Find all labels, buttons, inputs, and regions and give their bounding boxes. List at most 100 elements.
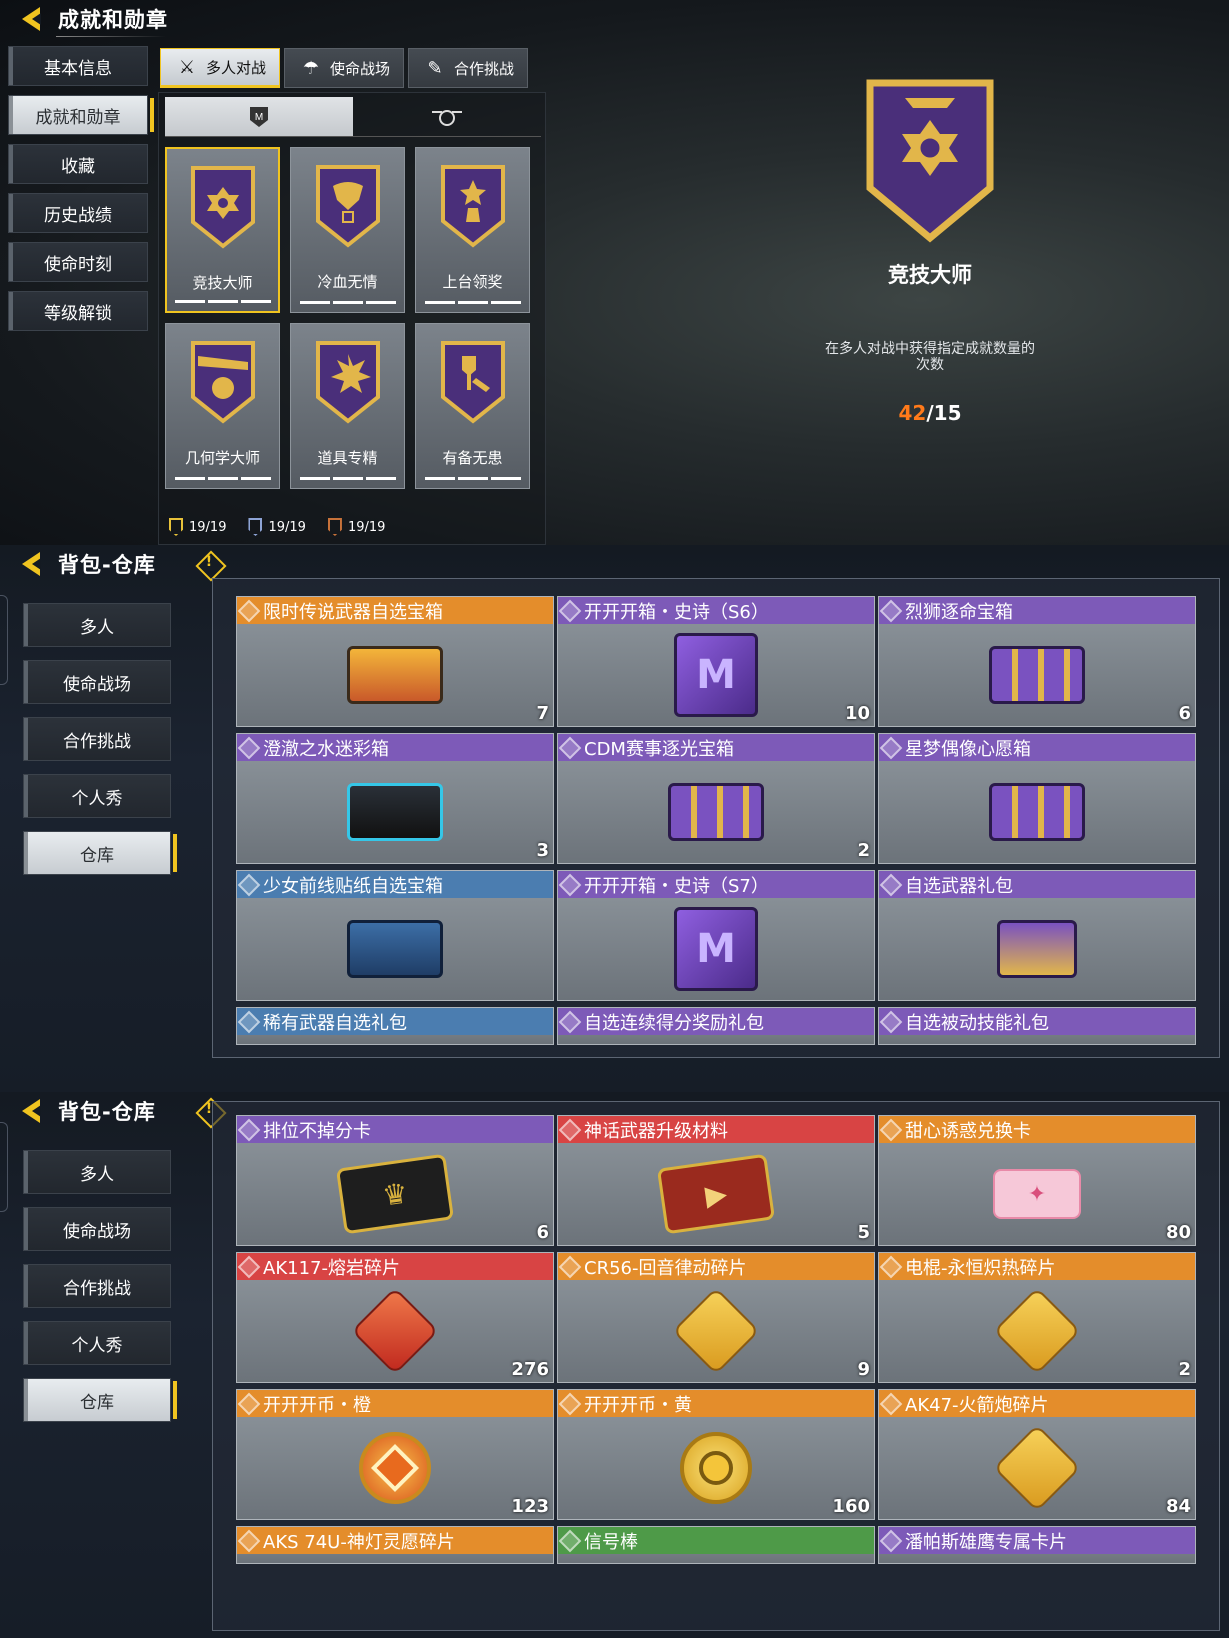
medal-card[interactable]: 几何学大师 — [165, 323, 280, 489]
inventory-item[interactable]: 稀有武器自选礼包 — [236, 1007, 554, 1045]
medal-card[interactable]: 有备无患 — [415, 323, 530, 489]
tab-coop[interactable]: ✎ 合作挑战 — [408, 48, 528, 88]
inventory-item[interactable]: 甜心诱惑兑换卡 ✦ 80 — [878, 1115, 1196, 1246]
inventory-item[interactable]: AK47-火箭炮碎片 84 — [878, 1389, 1196, 1520]
inventory-item[interactable]: 信号棒 — [557, 1526, 875, 1564]
tab-medal-emblem[interactable] — [353, 97, 541, 136]
gold-puzzle-icon — [672, 1287, 760, 1375]
sidebar-item-history[interactable]: 历史战绩 — [8, 193, 148, 233]
sidebar-item-battle-royale[interactable]: 使命战场 — [23, 1207, 171, 1251]
rank-card-icon: ♛ — [335, 1153, 455, 1235]
sidebar-item-warehouse[interactable]: 仓库 — [23, 831, 177, 875]
header: 背包-仓库 — [20, 545, 222, 583]
inventory-item[interactable]: CDM赛事逐光宝箱 2 — [557, 733, 875, 864]
inventory-item[interactable]: 排位不掉分卡 ♛ 6 — [236, 1115, 554, 1246]
inventory-item[interactable]: CR56-回音律动碎片 9 — [557, 1252, 875, 1383]
tab-medal-shield[interactable]: M — [165, 97, 353, 136]
medal-card[interactable]: 上台领奖 — [415, 147, 530, 313]
info-icon[interactable] — [196, 551, 222, 577]
tab-battle-royale[interactable]: ☂ 使命战场 — [284, 48, 404, 88]
sidebar-item-multiplayer[interactable]: 多人 — [23, 1150, 171, 1194]
quality-gem-icon — [237, 599, 261, 622]
inventory-item[interactable]: 自选连续得分奖励礼包 — [557, 1007, 875, 1045]
dragon-icon — [315, 165, 380, 248]
back-button[interactable] — [20, 1095, 52, 1127]
gold-chest-icon — [347, 646, 443, 704]
inventory-item[interactable]: 少女前线贴纸自选宝箱 — [236, 870, 554, 1001]
sidebar-item-multiplayer[interactable]: 多人 — [23, 603, 171, 647]
inventory-item[interactable]: 限时传说武器自选宝箱 7 — [236, 596, 554, 727]
blue-black-chest-icon — [347, 783, 443, 841]
inventory-item[interactable]: 开开开箱・史诗（S6） M 10 — [557, 596, 875, 727]
shovel-icon — [440, 341, 505, 424]
inventory-panel-1: 背包-仓库 多人 使命战场 合作挑战 个人秀 仓库 限时传说武器自选宝箱 7 开… — [0, 545, 1229, 1092]
inventory-item[interactable]: 开开开箱・史诗（S7） M — [557, 870, 875, 1001]
quality-gem-icon — [237, 1255, 261, 1278]
cross-medal-icon — [190, 166, 255, 249]
page-title: 背包-仓库 — [58, 553, 156, 577]
inventory-item[interactable]: 电棍-永恒炽热碎片 2 — [878, 1252, 1196, 1383]
inventory-item[interactable]: 自选武器礼包 — [878, 870, 1196, 1001]
inventory-item[interactable]: 开开开币・橙 123 — [236, 1389, 554, 1520]
inventory-item[interactable]: 潘帕斯雄鹰专属卡片 — [878, 1526, 1196, 1564]
purple-cube-icon: M — [674, 907, 758, 991]
inventory-item[interactable]: 烈狮逐命宝箱 6 — [878, 596, 1196, 727]
quality-gem-icon — [558, 599, 582, 622]
back-button[interactable] — [20, 548, 52, 580]
sidebar-item-personal-show[interactable]: 个人秀 — [23, 774, 171, 818]
medal-card[interactable]: 竞技大师 — [165, 147, 280, 313]
page-title: 背包-仓库 — [58, 1100, 156, 1124]
sidebar-item-collection[interactable]: 收藏 — [8, 144, 148, 184]
sidebar-item-moments[interactable]: 使命时刻 — [8, 242, 148, 282]
sidebar-item-warehouse[interactable]: 仓库 — [23, 1378, 177, 1422]
quality-gem-icon — [237, 1392, 261, 1415]
header: 成就和勋章 — [20, 0, 168, 38]
cross-medal-icon — [866, 79, 994, 243]
grenade-boom-icon — [190, 341, 255, 424]
gold-puzzle-icon — [993, 1287, 1081, 1375]
quality-gem-icon — [879, 1255, 903, 1278]
medal-counts: 19/19 19/19 19/19 — [169, 518, 385, 536]
sidebar-item-achievements[interactable]: 成就和勋章 — [8, 95, 154, 135]
weapon-gift-icon — [997, 920, 1077, 978]
sidebar-item-personal-show[interactable]: 个人秀 — [23, 1321, 171, 1365]
achievements-panel: 成就和勋章 基本信息 成就和勋章 收藏 历史战绩 使命时刻 等级解锁 ⚔ 多人对… — [0, 0, 1229, 545]
quality-gem-icon — [879, 1392, 903, 1415]
medal-name: 上台领奖 — [442, 273, 503, 291]
sidebar: 基本信息 成就和勋章 收藏 历史战绩 使命时刻 等级解锁 — [8, 46, 154, 331]
inventory-item[interactable]: AKS 74U-神灯灵愿碎片 — [236, 1526, 554, 1564]
medal-card[interactable]: 冷血无情 — [290, 147, 405, 313]
sidebar-item-coop[interactable]: 合作挑战 — [23, 1264, 171, 1308]
purple-crate-icon — [989, 646, 1085, 704]
medal-progress-bars — [424, 477, 521, 480]
header: 背包-仓库 — [20, 1092, 222, 1130]
red-card-icon: ▶ — [656, 1153, 776, 1235]
red-puzzle-icon — [351, 1287, 439, 1375]
bronze-shield-icon — [327, 518, 342, 536]
medal-card[interactable]: 道具专精 — [290, 323, 405, 489]
quality-gem-icon — [237, 1118, 261, 1141]
medal-name: 竞技大师 — [192, 274, 253, 292]
sidebar-item-basic-info[interactable]: 基本信息 — [8, 46, 148, 86]
medal-name: 冷血无情 — [317, 273, 378, 291]
inventory-item[interactable]: 自选被动技能礼包 — [878, 1007, 1196, 1045]
sidebar-item-level-unlock[interactable]: 等级解锁 — [8, 291, 148, 331]
parachute-icon: ☂ — [302, 57, 320, 79]
inventory-item[interactable]: AK117-熔岩碎片 276 — [236, 1252, 554, 1383]
quality-gem-icon — [237, 736, 261, 759]
inventory-item[interactable]: 星梦偶像心愿箱 — [878, 733, 1196, 864]
inventory-item[interactable]: 神话武器升级材料 ▶ 5 — [557, 1115, 875, 1246]
inventory-item[interactable]: 开开开币・黄 160 — [557, 1389, 875, 1520]
inventory-grid: 限时传说武器自选宝箱 7 开开开箱・史诗（S6） M 10 烈狮逐命宝箱 6 澄… — [236, 596, 1196, 1051]
quality-gem-icon — [558, 1392, 582, 1415]
quality-gem-icon — [879, 736, 903, 759]
quality-gem-icon — [237, 1529, 261, 1552]
back-button[interactable] — [20, 3, 52, 35]
sidebar: 多人 使命战场 合作挑战 个人秀 仓库 — [23, 1150, 177, 1422]
sidebar-item-battle-royale[interactable]: 使命战场 — [23, 660, 171, 704]
inventory-item[interactable]: 澄澈之水迷彩箱 3 — [236, 733, 554, 864]
tab-multiplayer[interactable]: ⚔ 多人对战 — [160, 48, 280, 88]
quality-gem-icon — [879, 873, 903, 896]
sidebar-item-coop[interactable]: 合作挑战 — [23, 717, 171, 761]
quality-gem-icon — [558, 1529, 582, 1552]
